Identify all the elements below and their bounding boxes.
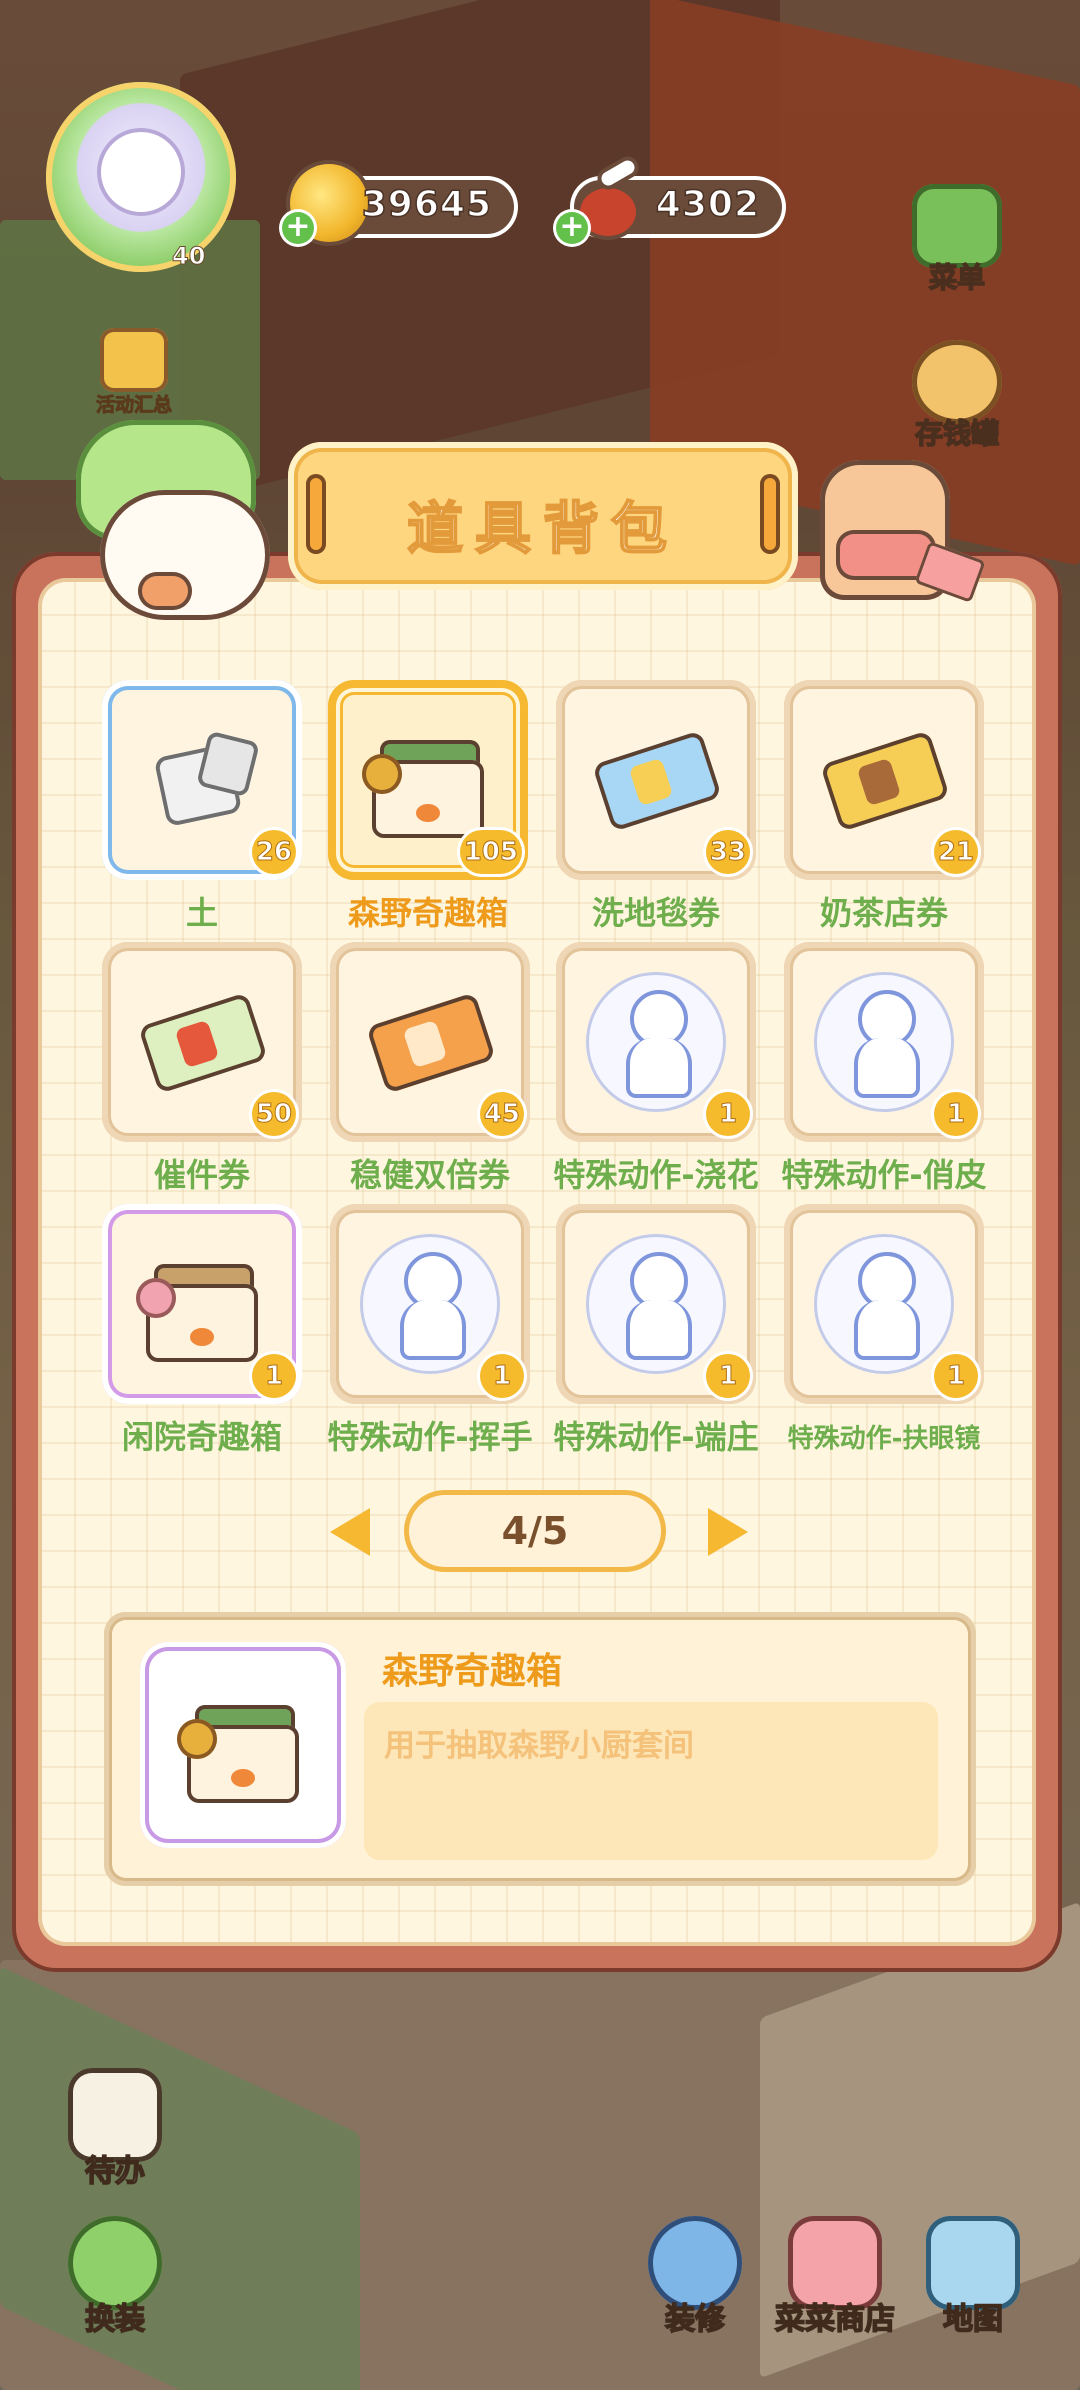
dress-up-label: 换装 xyxy=(84,2301,146,2338)
item-slot[interactable]: 1 特殊动作-端庄 xyxy=(553,1204,759,1466)
courtyard-box-icon xyxy=(132,1234,272,1374)
shop-button[interactable]: 菜菜商店 xyxy=(774,2210,896,2340)
item-name: 特殊动作-挥手 xyxy=(327,1418,533,1456)
map-label: 地图 xyxy=(942,2301,1004,2338)
coin-counter[interactable]: + 39645 xyxy=(282,164,518,244)
detail-item-slot xyxy=(140,1642,346,1848)
elegant-pose-icon xyxy=(586,1234,726,1374)
item-count: 1 xyxy=(480,1354,524,1398)
item-name: 特殊动作-端庄 xyxy=(553,1418,759,1456)
cabbage-mascot xyxy=(76,420,286,630)
item-slot[interactable]: 1 特殊动作-浇花 xyxy=(553,942,759,1204)
player-level: 40 xyxy=(171,242,206,271)
panel-title: 道具背包 xyxy=(406,496,679,563)
player-avatar[interactable] xyxy=(46,82,236,272)
next-page-arrow-icon[interactable] xyxy=(708,1508,748,1556)
item-slot[interactable]: 45 稳健双倍券 xyxy=(330,942,530,1204)
playful-pose-icon xyxy=(814,972,954,1112)
item-slot[interactable]: 1 特殊动作-俏皮 xyxy=(781,942,987,1204)
item-slot[interactable]: 1 闲院奇趣箱 xyxy=(102,1204,302,1466)
event-icon xyxy=(100,328,168,392)
meat-counter[interactable]: + 4302 xyxy=(556,157,786,244)
item-name: 稳健双倍券 xyxy=(349,1156,510,1194)
dirt-icon xyxy=(132,710,272,850)
menu-button[interactable]: 菜单 xyxy=(898,178,1016,296)
delivery-ticket-icon xyxy=(132,972,272,1112)
item-name: 特殊动作-扶眼镜 xyxy=(787,1424,981,1454)
forest-box-icon xyxy=(173,1675,313,1815)
item-slot[interactable]: 26 土 xyxy=(102,680,302,942)
item-count: 1 xyxy=(934,1354,978,1398)
panel-title-banner: 道具背包 xyxy=(288,442,798,590)
item-name: 森野奇趣箱 xyxy=(347,894,508,932)
event-summary-button[interactable]: 活动汇总 xyxy=(88,328,180,420)
add-coins-icon[interactable]: + xyxy=(282,212,314,244)
milk-tea-ticket-icon xyxy=(814,710,954,850)
watering-pose-icon xyxy=(586,972,726,1112)
item-slot[interactable]: 33 洗地毯券 xyxy=(556,680,756,942)
todo-label: 待办 xyxy=(84,2153,146,2190)
item-slot-selected[interactable]: 105 森野奇趣箱 xyxy=(328,680,528,942)
item-name: 催件券 xyxy=(153,1156,250,1194)
item-name: 奶茶店券 xyxy=(819,894,948,932)
detail-item-description: 用于抽取森野小厨套间 xyxy=(364,1702,938,1860)
item-name: 洗地毯券 xyxy=(591,894,720,932)
wave-pose-icon xyxy=(360,1234,500,1374)
item-slot[interactable]: 50 催件券 xyxy=(102,942,302,1204)
item-count: 1 xyxy=(934,1092,978,1136)
detail-item-name: 森野奇趣箱 xyxy=(382,1651,563,1692)
item-count: 21 xyxy=(933,830,978,874)
page-indicator: 4/5 xyxy=(404,1490,666,1572)
add-meat-icon[interactable]: + xyxy=(556,212,588,244)
item-count: 1 xyxy=(706,1354,750,1398)
dress-up-button[interactable]: 换装 xyxy=(56,2210,174,2340)
item-count: 50 xyxy=(251,1092,296,1136)
item-name: 土 xyxy=(185,894,218,932)
todo-button[interactable]: 待办 xyxy=(56,2062,174,2192)
forest-box-icon xyxy=(358,710,498,850)
item-count: 1 xyxy=(252,1354,296,1398)
item-count: 105 xyxy=(459,830,522,874)
prev-page-arrow-icon[interactable] xyxy=(330,1508,370,1556)
coin-amount: 39645 xyxy=(361,183,492,226)
map-button[interactable]: 地图 xyxy=(914,2210,1032,2340)
backpack-icon xyxy=(800,430,990,620)
decorate-button[interactable]: 装修 xyxy=(636,2210,754,2340)
carpet-ticket-icon xyxy=(586,710,726,850)
item-name: 特殊动作-俏皮 xyxy=(781,1156,987,1194)
item-slot[interactable]: 21 奶茶店券 xyxy=(784,680,984,942)
meat-amount: 4302 xyxy=(655,183,760,226)
item-slot[interactable]: 1 特殊动作-扶眼镜 xyxy=(784,1204,984,1466)
double-ticket-icon xyxy=(360,972,500,1112)
menu-label: 菜单 xyxy=(928,260,986,295)
glasses-pose-icon xyxy=(814,1234,954,1374)
item-name: 闲院奇趣箱 xyxy=(121,1418,282,1456)
item-count: 45 xyxy=(479,1092,524,1136)
item-count: 1 xyxy=(706,1092,750,1136)
item-count: 26 xyxy=(251,830,296,874)
event-summary-label: 活动汇总 xyxy=(95,394,172,417)
item-count: 33 xyxy=(705,830,750,874)
item-name: 特殊动作-浇花 xyxy=(553,1156,759,1194)
item-slot[interactable]: 1 特殊动作-挥手 xyxy=(327,1204,533,1466)
